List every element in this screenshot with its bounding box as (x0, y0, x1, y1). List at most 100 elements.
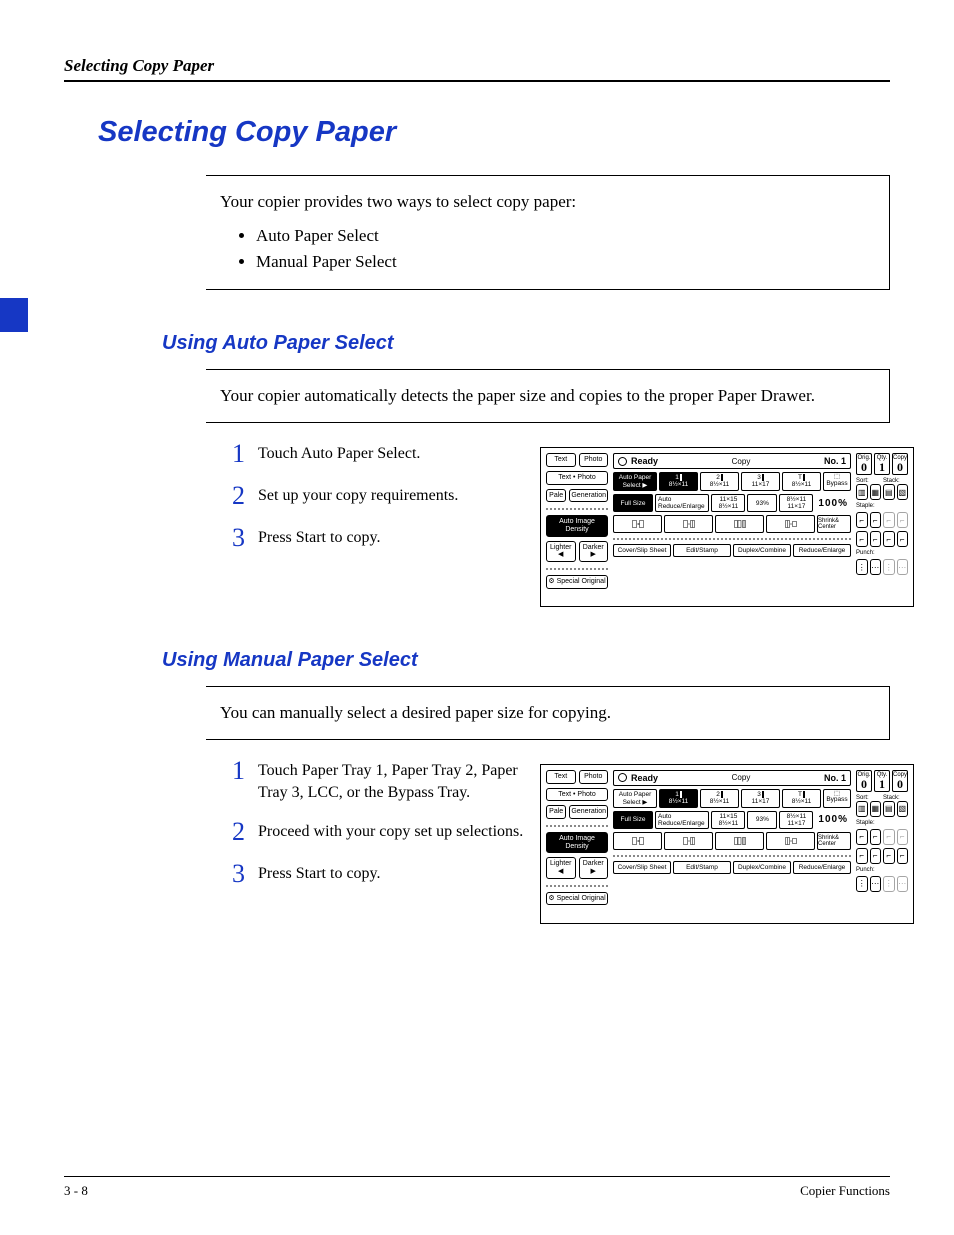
auto-reduce-enlarge-button[interactable]: Auto Reduce/Enlarge (655, 811, 709, 829)
auto-intro-text: Your copier automatically detects the pa… (220, 386, 815, 405)
duplex-combine-button[interactable]: Duplex/Combine (733, 861, 791, 874)
auto-reduce-enlarge-button[interactable]: Auto Reduce/Enlarge (655, 494, 709, 512)
staple-option-5[interactable]: ⌐ (856, 531, 868, 547)
staple-option-4[interactable]: ⌐ (897, 829, 909, 845)
staple-option-8[interactable]: ⌐ (897, 848, 909, 864)
edit-stamp-button[interactable]: Edit/Stamp (673, 544, 731, 557)
full-size-button[interactable]: Full Size (613, 811, 653, 829)
paper-tray-3[interactable]: 311×17 (741, 472, 780, 491)
auto-image-density-button[interactable]: Auto Image Density (546, 832, 608, 853)
orig-pale-button[interactable]: Pale (546, 805, 566, 819)
step-number: 2 (232, 819, 258, 845)
sort-option-2[interactable]: ▦ (870, 484, 882, 500)
orig-text-photo-button[interactable]: Text • Photo (546, 471, 608, 485)
edit-stamp-button[interactable]: Edit/Stamp (673, 861, 731, 874)
orig-photo-button[interactable]: Photo (579, 453, 609, 467)
staple-option-3[interactable]: ⌐ (883, 829, 895, 845)
shrink-center-button[interactable]: Shrink& Center (817, 515, 851, 533)
darker-button[interactable]: Darker ▶ (579, 541, 609, 562)
paper-tray-2[interactable]: 28½×11 (700, 789, 739, 808)
punch-label: Punch: (856, 867, 908, 873)
auto-image-density-button[interactable]: Auto Image Density (546, 515, 608, 536)
orig-text-button[interactable]: Text (546, 770, 576, 784)
special-original-button[interactable]: ⚙ Special Original (546, 892, 608, 906)
ratio-preset-2[interactable]: 8½×1111×17 (779, 494, 813, 512)
staple-option-2[interactable]: ⌐ (870, 829, 882, 845)
auto-paper-select-button[interactable]: Auto Paper Select ▶ (613, 472, 657, 491)
layout-1to2[interactable] (664, 515, 713, 533)
layout-book[interactable] (766, 515, 815, 533)
staple-option-2[interactable]: ⌐ (870, 512, 882, 528)
step-text: Set up your copy requirements. (258, 485, 458, 507)
stack-option-1[interactable]: ▤ (883, 484, 895, 500)
layout-combine[interactable] (715, 832, 764, 850)
orig-generation-button[interactable]: Generation (569, 489, 608, 503)
staple-option-1[interactable]: ⌐ (856, 829, 868, 845)
job-number: No. 1 (824, 456, 846, 466)
stack-option-2[interactable]: ▧ (897, 801, 909, 817)
punch-option-1[interactable]: ⋮ (856, 876, 868, 892)
staple-option-7[interactable]: ⌐ (883, 531, 895, 547)
stack-option-2[interactable]: ▧ (897, 484, 909, 500)
zoom-percent: 100% (815, 494, 851, 512)
auto-paper-select-button[interactable]: Auto Paper Select ▶ (613, 789, 657, 808)
sort-option-2[interactable]: ▦ (870, 801, 882, 817)
layout-1to1[interactable] (613, 832, 662, 850)
staple-option-3[interactable]: ⌐ (883, 512, 895, 528)
shrink-center-button[interactable]: Shrink& Center (817, 832, 851, 850)
layout-1to2[interactable] (664, 832, 713, 850)
punch-option-4[interactable]: ⋯ (897, 559, 909, 575)
paper-tray-1[interactable]: 18½×11 (659, 789, 698, 808)
paper-tray-3[interactable]: 311×17 (741, 789, 780, 808)
staple-option-6[interactable]: ⌐ (870, 531, 882, 547)
step-text: Touch Paper Tray 1, Paper Tray 2, Paper … (258, 760, 528, 803)
layout-book[interactable] (766, 832, 815, 850)
paper-tray-lcc[interactable]: T8½×11 (782, 472, 821, 491)
punch-option-2[interactable]: ⋯ (870, 876, 882, 892)
cover-slip-sheet-button[interactable]: Cover/Slip Sheet (613, 861, 671, 874)
lighter-button[interactable]: Lighter ◀ (546, 857, 576, 878)
staple-option-4[interactable]: ⌐ (897, 512, 909, 528)
special-original-button[interactable]: ⚙ Special Original (546, 575, 608, 589)
ratio-preset-1[interactable]: 11×158½×11 (711, 811, 745, 829)
bypass-tray[interactable]: ⬚Bypass (823, 472, 851, 491)
staple-option-7[interactable]: ⌐ (883, 848, 895, 864)
staple-option-5[interactable]: ⌐ (856, 848, 868, 864)
punch-option-3[interactable]: ⋮ (883, 876, 895, 892)
paper-tray-1[interactable]: 18½×11 (659, 472, 698, 491)
full-size-button[interactable]: Full Size (613, 494, 653, 512)
ratio-93[interactable]: 93% (747, 494, 777, 512)
orig-generation-button[interactable]: Generation (569, 805, 608, 819)
orig-counter: Orig.0 (856, 770, 872, 792)
orig-text-button[interactable]: Text (546, 453, 576, 467)
sort-option-1[interactable]: ▥ (856, 801, 868, 817)
punch-option-1[interactable]: ⋮ (856, 559, 868, 575)
ratio-preset-1[interactable]: 11×158½×11 (711, 494, 745, 512)
paper-tray-lcc[interactable]: T8½×11 (782, 789, 821, 808)
lighter-button[interactable]: Lighter ◀ (546, 541, 576, 562)
layout-combine[interactable] (715, 515, 764, 533)
punch-option-4[interactable]: ⋯ (897, 876, 909, 892)
intro-bullet: Auto Paper Select (256, 224, 869, 248)
paper-tray-2[interactable]: 28½×11 (700, 472, 739, 491)
punch-option-3[interactable]: ⋮ (883, 559, 895, 575)
ratio-93[interactable]: 93% (747, 811, 777, 829)
layout-1to1[interactable] (613, 515, 662, 533)
orig-pale-button[interactable]: Pale (546, 489, 566, 503)
orig-text-photo-button[interactable]: Text • Photo (546, 788, 608, 802)
punch-option-2[interactable]: ⋯ (870, 559, 882, 575)
staple-option-8[interactable]: ⌐ (897, 531, 909, 547)
stack-option-1[interactable]: ▤ (883, 801, 895, 817)
cover-slip-sheet-button[interactable]: Cover/Slip Sheet (613, 544, 671, 557)
bypass-tray[interactable]: ⬚Bypass (823, 789, 851, 808)
staple-option-1[interactable]: ⌐ (856, 512, 868, 528)
darker-button[interactable]: Darker ▶ (579, 857, 609, 878)
reduce-enlarge-button[interactable]: Reduce/Enlarge (793, 861, 851, 874)
status-bar: Ready Copy No. 1 (613, 770, 851, 786)
orig-photo-button[interactable]: Photo (579, 770, 609, 784)
staple-option-6[interactable]: ⌐ (870, 848, 882, 864)
sort-option-1[interactable]: ▥ (856, 484, 868, 500)
reduce-enlarge-button[interactable]: Reduce/Enlarge (793, 544, 851, 557)
duplex-combine-button[interactable]: Duplex/Combine (733, 544, 791, 557)
ratio-preset-2[interactable]: 8½×1111×17 (779, 811, 813, 829)
